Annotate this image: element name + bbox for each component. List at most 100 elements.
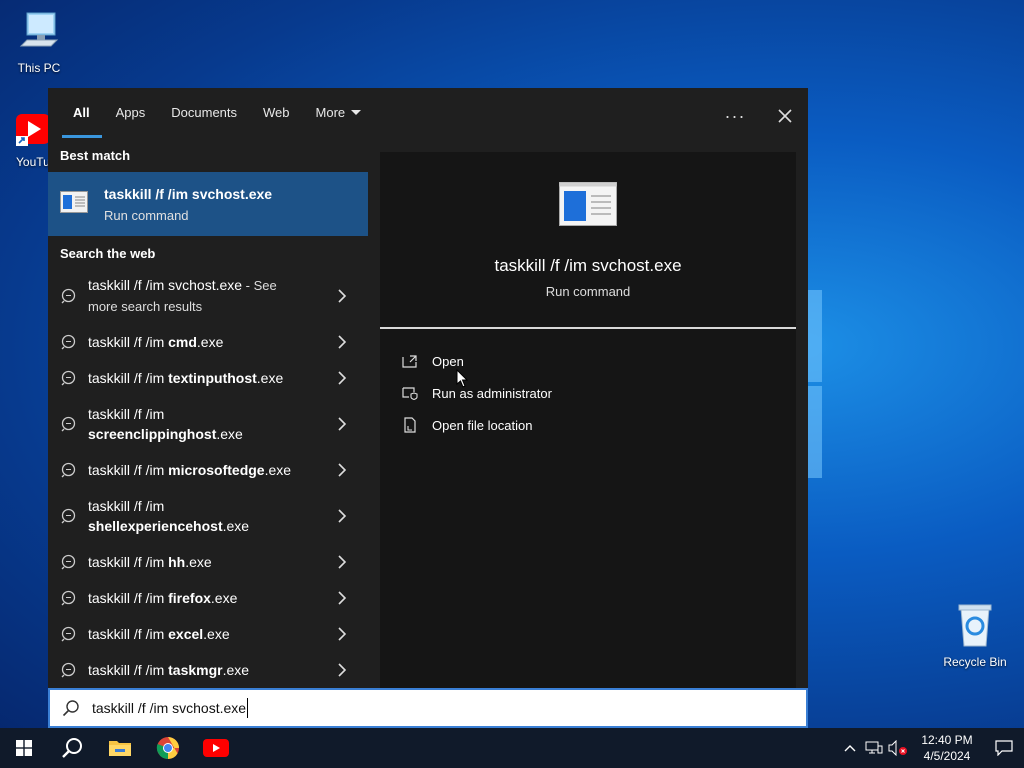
result-text-suffix: .exe (264, 462, 292, 478)
result-text-prefix: taskkill /f /im (88, 370, 169, 386)
web-result-item[interactable]: taskkill /f /im microsoftedge.exe (48, 452, 368, 488)
desktop-icon-recycle-bin[interactable]: Recycle Bin (938, 602, 1012, 669)
preview-title: taskkill /f /im svchost.exe (494, 256, 682, 275)
result-text-prefix: taskkill /f /im (88, 626, 169, 642)
web-search-icon (61, 508, 76, 524)
open-file-location-action[interactable]: Open file location (380, 409, 796, 441)
divider (380, 327, 796, 329)
web-result-item[interactable]: taskkill /f /im excel.exe (48, 616, 368, 652)
ellipsis-icon[interactable]: ··· (708, 106, 762, 127)
tab-documents[interactable]: Documents (158, 88, 250, 144)
search-icon (62, 700, 79, 717)
shield-icon (402, 387, 418, 400)
search-panel: All Apps Documents Web More ··· Best mat… (48, 88, 808, 688)
clock[interactable]: 12:40 PM 4/5/2024 (916, 732, 978, 764)
close-button[interactable] (762, 91, 808, 141)
notification-icon (995, 740, 1013, 756)
result-text-bold: firefox (168, 590, 211, 606)
results-list: Best match taskkill /f /im svchost.exe R… (48, 144, 368, 688)
result-text-bold: shellexperiencehost (88, 518, 223, 534)
chrome-button[interactable] (144, 728, 192, 768)
tab-all[interactable]: All (60, 88, 103, 144)
close-icon (778, 109, 792, 123)
web-result-item[interactable]: taskkill /f /im firefox.exe (48, 580, 368, 616)
chevron-right-icon (338, 509, 347, 523)
volume-muted-icon (888, 740, 907, 756)
result-text-bold: textinputhost (168, 370, 257, 386)
search-input[interactable]: taskkill /f /im svchost.exe (92, 700, 246, 716)
result-text-suffix: .exe (185, 554, 212, 570)
open-icon (402, 355, 417, 368)
chrome-icon (156, 737, 179, 759)
recycle-bin-icon (938, 602, 1012, 651)
desktop-icon-this-pc[interactable]: This PC (2, 10, 76, 75)
network-icon (865, 741, 883, 754)
search-web-heading: Search the web (60, 246, 156, 261)
youtube-taskbar-button[interactable] (192, 728, 240, 768)
web-search-icon (61, 662, 76, 678)
result-text-prefix: taskkill /f /im (88, 590, 169, 606)
computer-icon (2, 10, 76, 57)
web-result-item[interactable]: taskkill /f /im screenclippinghost.exe (48, 396, 368, 452)
chevron-right-icon (338, 335, 347, 349)
tab-more-label: More (315, 105, 346, 120)
result-text-prefix: taskkill /f /im (88, 462, 169, 478)
result-text-prefix: taskkill /f /im (88, 662, 169, 678)
web-search-icon (61, 370, 76, 386)
best-match-heading: Best match (60, 148, 131, 163)
web-result-item[interactable]: taskkill /f /im cmd.exe (48, 324, 368, 360)
run-command-icon (60, 190, 104, 218)
result-text-suffix: .exe (196, 334, 224, 350)
result-text-suffix: .exe (256, 370, 284, 386)
taskbar-search-button[interactable] (48, 728, 96, 768)
result-text-bold: cmd (168, 334, 197, 350)
run-as-admin-action[interactable]: Run as administrator (380, 377, 796, 409)
chevron-down-icon (351, 110, 362, 115)
result-text-prefix: taskkill /f /im (88, 554, 169, 570)
result-text-prefix: taskkill /f /im (88, 498, 165, 514)
web-result-item[interactable]: taskkill /f /im svchost.exe - See more s… (48, 268, 368, 324)
result-text-bold: hh (168, 554, 186, 570)
result-text-suffix: .exe (203, 626, 230, 642)
open-action[interactable]: Open (380, 345, 796, 377)
youtube-icon (14, 112, 48, 151)
network-button[interactable] (862, 728, 886, 768)
clock-date: 4/5/2024 (923, 749, 971, 763)
folder-icon (109, 741, 131, 756)
chevron-right-icon (338, 591, 347, 605)
chevron-up-icon (844, 745, 856, 752)
web-result-item[interactable]: taskkill /f /im textinputhost.exe (48, 360, 368, 396)
preview-pane: taskkill /f /im svchost.exe Run command … (380, 152, 796, 688)
tab-web[interactable]: Web (250, 88, 303, 144)
taskbar: 12:40 PM 4/5/2024 (0, 728, 1024, 768)
search-icon (62, 738, 82, 758)
result-text-suffix: .exe (210, 590, 238, 606)
search-box[interactable]: taskkill /f /im svchost.exe (48, 688, 808, 728)
chevron-right-icon (338, 289, 347, 303)
web-result-item[interactable]: taskkill /f /im taskmgr.exe (48, 652, 368, 688)
tab-more[interactable]: More (303, 88, 375, 144)
desktop-icon-youtube[interactable]: YouTube (2, 112, 48, 169)
file-location-icon (404, 417, 416, 433)
show-hidden-icons-button[interactable] (838, 728, 862, 768)
text-caret (247, 698, 249, 718)
web-result-item[interactable]: taskkill /f /im shellexperiencehost.exe (48, 488, 368, 544)
result-text-bold: screenclippinghost (88, 426, 217, 442)
web-result-item[interactable]: taskkill /f /im hh.exe (48, 544, 368, 580)
mouse-cursor-icon (456, 369, 468, 388)
result-text-suffix: .exe (216, 426, 243, 442)
web-search-icon (61, 554, 76, 570)
file-explorer-button[interactable] (96, 728, 144, 768)
run-as-admin-label: Run as administrator (432, 385, 552, 401)
best-match-title: taskkill /f /im svchost.exe (104, 185, 273, 202)
best-match-item[interactable]: taskkill /f /im svchost.exe Run command (48, 172, 368, 236)
tab-apps[interactable]: Apps (103, 88, 159, 144)
result-text-bold: taskmgr (168, 662, 223, 678)
notifications-button[interactable] (984, 728, 1024, 768)
volume-button[interactable] (886, 728, 910, 768)
open-action-label: Open (432, 353, 464, 369)
desktop-icon-label: This PC (17, 61, 61, 75)
chevron-right-icon (338, 417, 347, 431)
youtube-icon (203, 739, 229, 757)
start-button[interactable] (0, 728, 48, 768)
